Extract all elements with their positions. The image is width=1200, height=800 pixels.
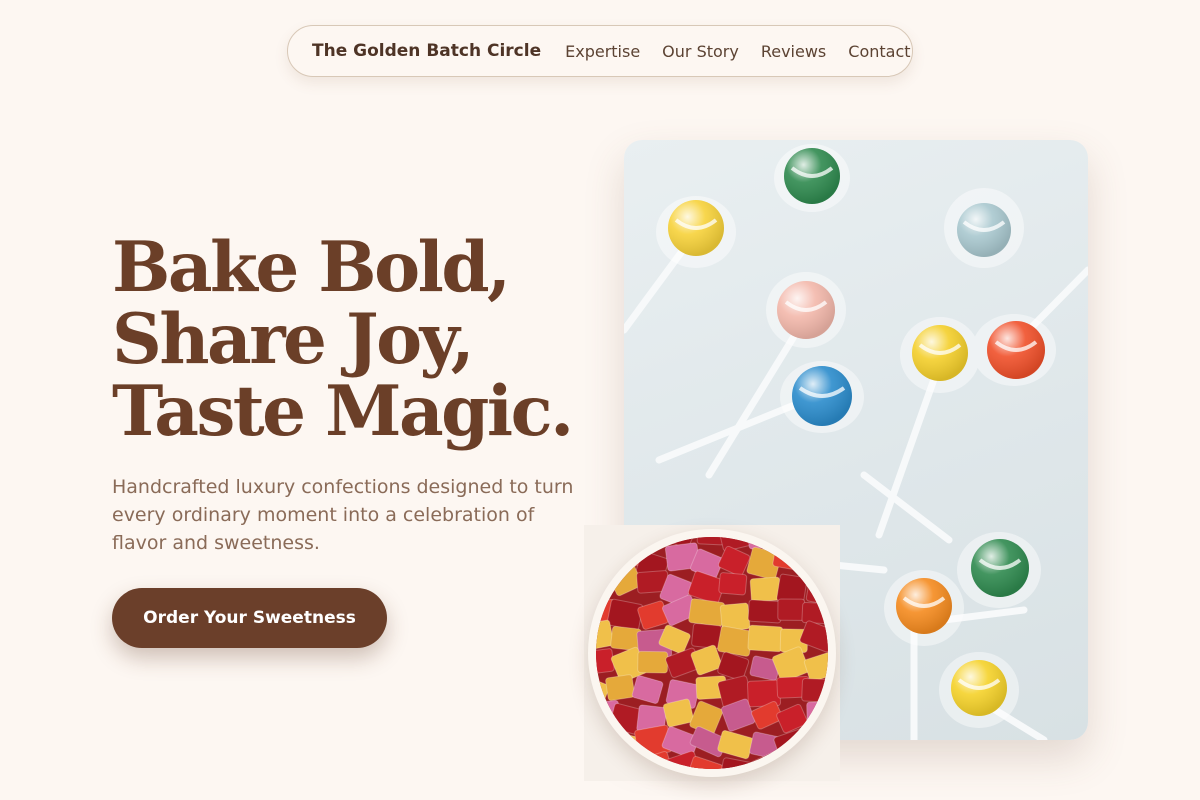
taffy-piece — [606, 537, 639, 553]
order-button[interactable]: Order Your Sweetness — [112, 588, 387, 648]
taffy-piece — [746, 537, 780, 550]
taffy-piece — [832, 623, 836, 660]
taffy-piece — [692, 776, 727, 777]
taffy-candies-illustration — [588, 529, 836, 777]
taffy-piece — [749, 771, 788, 777]
taffy-piece — [827, 703, 828, 732]
nav-link-our-story[interactable]: Our Story — [662, 42, 739, 61]
taffy-piece — [606, 598, 644, 631]
taffy-piece — [596, 722, 623, 756]
taffy-piece — [829, 529, 836, 545]
taffy-piece — [805, 573, 828, 606]
nav-links: Expertise Our Story Reviews Contact — [565, 42, 910, 61]
taffy-piece — [803, 724, 828, 754]
taffy-piece — [718, 572, 748, 596]
taffy-piece — [596, 749, 615, 769]
candy-circle-image — [588, 529, 836, 777]
taffy-piece — [801, 678, 828, 703]
taffy-piece — [777, 598, 806, 621]
taffy-piece — [775, 537, 808, 556]
headline-line-2: Share Joy, — [112, 299, 475, 380]
taffy-piece — [806, 537, 828, 549]
hero-headline: Bake Bold, Share Joy, Taste Magic. — [112, 232, 592, 448]
taffy-piece — [806, 754, 828, 769]
taffy-piece — [605, 674, 636, 701]
taffy-piece — [827, 756, 828, 769]
hero-page: The Golden Batch Circle Expertise Our St… — [0, 0, 1200, 800]
taffy-piece — [801, 601, 828, 625]
taffy-piece — [806, 701, 828, 728]
taffy-piece — [635, 537, 672, 544]
taffy-piece — [828, 576, 836, 611]
nav-link-contact[interactable]: Contact — [848, 42, 910, 61]
headline-line-3: Taste Magic. — [112, 371, 574, 452]
candy-circle-card — [584, 525, 840, 781]
brand-name[interactable]: The Golden Batch Circle — [312, 41, 541, 61]
taffy-piece — [637, 650, 669, 674]
taffy-piece — [596, 572, 612, 597]
taffy-piece — [831, 728, 836, 750]
taffy-piece — [781, 753, 815, 769]
taffy-piece — [662, 775, 699, 777]
taffy-piece — [832, 675, 836, 709]
taffy-piece — [596, 537, 610, 547]
taffy-piece — [830, 591, 836, 623]
taffy-piece — [691, 622, 723, 649]
nav-link-expertise[interactable]: Expertise — [565, 42, 640, 61]
taffy-piece — [829, 648, 836, 678]
headline-line-1: Bake Bold, — [112, 227, 511, 308]
taffy-piece — [696, 537, 726, 546]
hero-subtitle: Handcrafted luxury confections designed … — [112, 476, 574, 554]
top-nav: The Golden Batch Circle Expertise Our St… — [287, 25, 913, 77]
taffy-piece — [596, 648, 615, 676]
taffy-piece — [596, 546, 617, 578]
nav-link-reviews[interactable]: Reviews — [761, 42, 826, 61]
taffy-piece — [747, 599, 783, 624]
taffy-piece — [606, 755, 637, 769]
taffy-piece — [833, 547, 836, 574]
taffy-piece — [588, 774, 616, 777]
taffy-piece — [803, 545, 828, 582]
taffy-piece — [688, 598, 726, 627]
taffy-piece — [747, 624, 784, 653]
